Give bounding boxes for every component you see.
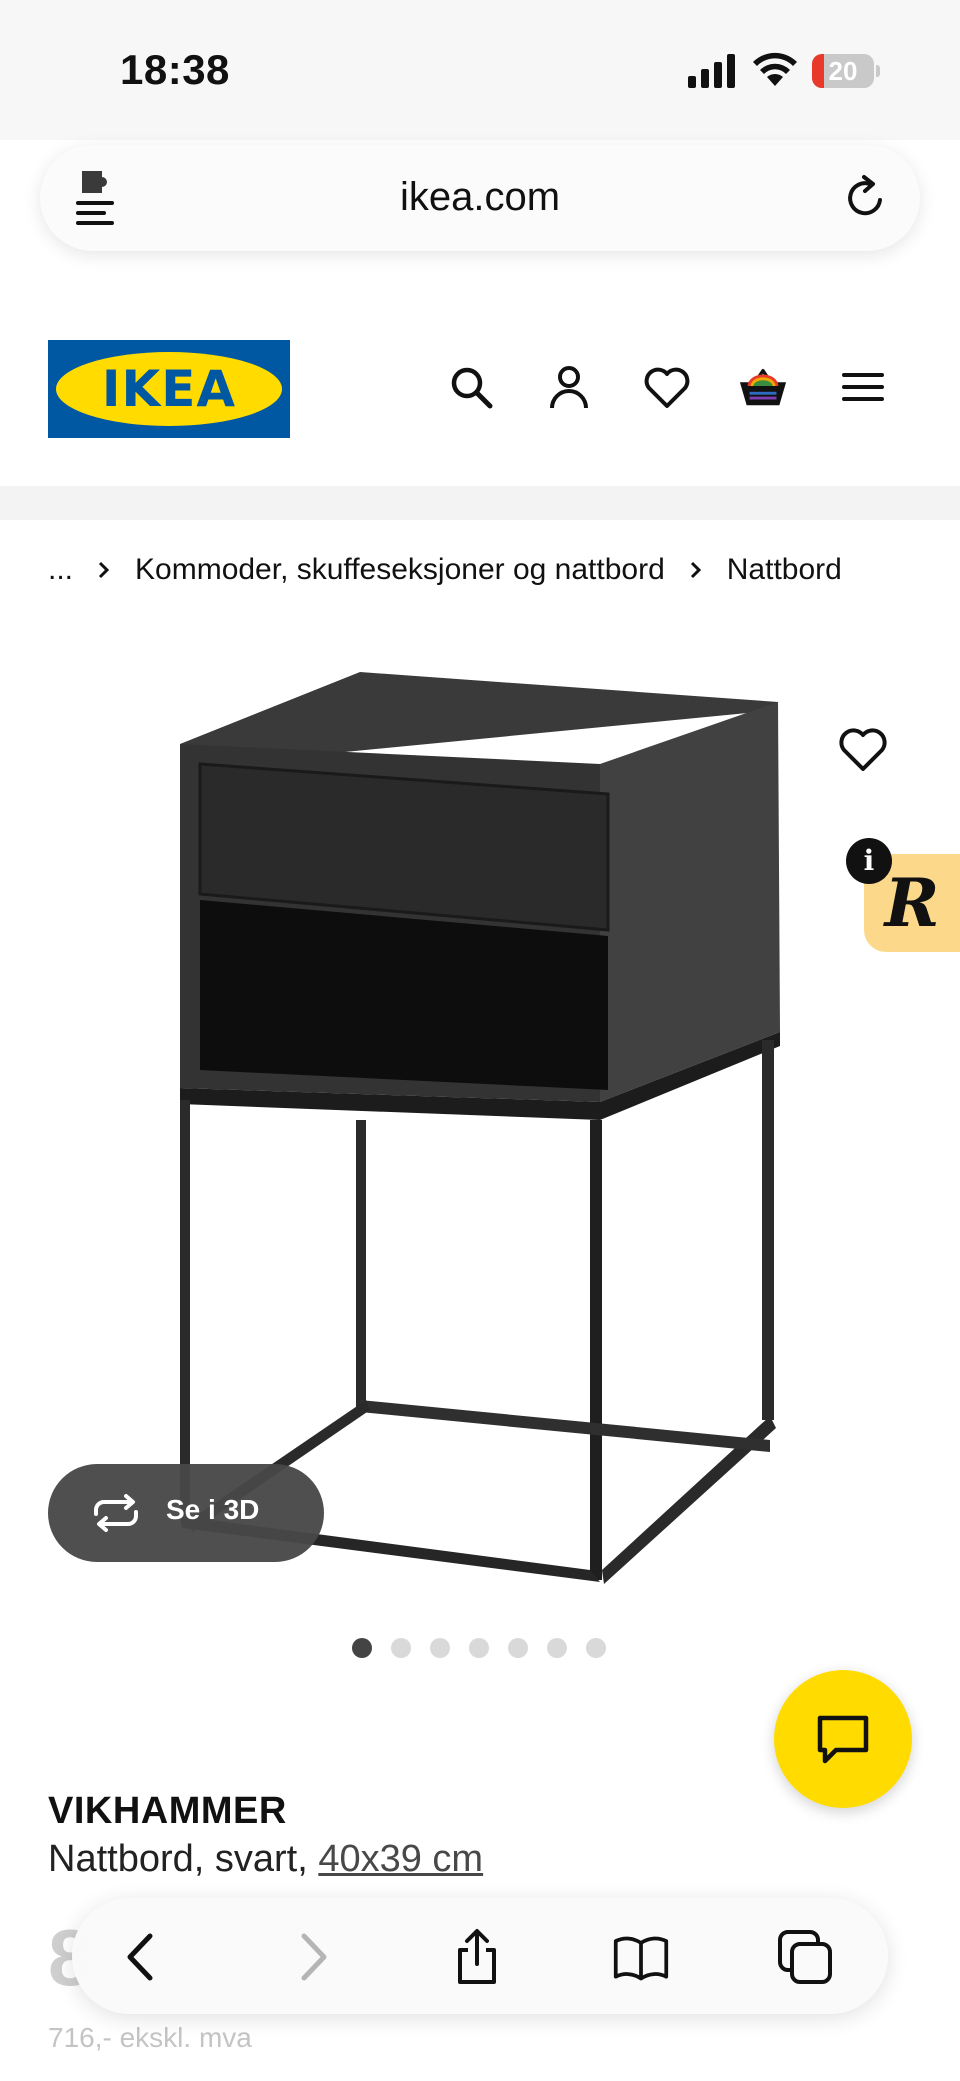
back-icon[interactable] [114, 1928, 172, 1986]
share-icon[interactable] [448, 1928, 506, 1986]
breadcrumb-ellipsis[interactable]: ... [48, 553, 73, 587]
breadcrumb-item-current[interactable]: Nattbord [727, 553, 842, 587]
image-pagination [352, 1638, 606, 1662]
pagination-dot[interactable] [430, 1638, 450, 1658]
pagination-dot[interactable] [391, 1638, 411, 1658]
pagination-dot[interactable] [352, 1638, 372, 1658]
chevron-right-icon [98, 561, 110, 579]
header-divider [0, 486, 960, 520]
view-in-3d-label: Se i 3D [166, 1494, 260, 1525]
pagination-dot[interactable] [547, 1638, 567, 1658]
rotate-3d-icon [94, 1494, 138, 1532]
user-icon[interactable] [544, 362, 594, 412]
menu-icon[interactable] [838, 362, 888, 412]
cart-icon[interactable] [738, 362, 788, 412]
pagination-dot[interactable] [586, 1638, 606, 1658]
search-icon[interactable] [446, 362, 496, 412]
product-size-link[interactable]: 40x39 cm [318, 1838, 483, 1880]
logo-text: IKEA [101, 360, 237, 418]
product-description: Nattbord, svart, 40x39 cm [48, 1838, 483, 1881]
forward-icon[interactable] [282, 1928, 340, 1986]
tabs-icon[interactable] [776, 1928, 834, 1986]
product-description-text: Nattbord, svart, [48, 1838, 319, 1880]
battery-indicator: 20 [812, 54, 880, 88]
reload-icon[interactable] [840, 173, 890, 223]
breadcrumb-item-category[interactable]: Kommoder, skuffeseksjoner og nattbord [135, 553, 665, 587]
address-bar[interactable]: ikea.com [40, 145, 920, 251]
bookmarks-icon[interactable] [612, 1928, 670, 1986]
status-bar: 18:38 20 [0, 0, 960, 140]
heart-icon[interactable] [642, 362, 692, 412]
browser-toolbar [72, 1898, 888, 2014]
battery-level: 20 [828, 56, 858, 86]
add-to-favorites-icon[interactable] [836, 722, 890, 776]
wifi-icon [753, 52, 797, 86]
chevron-right-icon [690, 561, 701, 579]
chat-icon [817, 1715, 869, 1764]
pagination-dot[interactable] [469, 1638, 489, 1658]
chat-button[interactable] [774, 1670, 912, 1808]
clock: 18:38 [120, 46, 230, 93]
price-excl-vat: 716,- ekskl. mva [48, 2022, 252, 2053]
ikea-logo[interactable]: IKEA [48, 340, 290, 438]
url-text[interactable]: ikea.com [40, 175, 920, 220]
view-in-3d-button[interactable]: Se i 3D [48, 1464, 324, 1562]
info-icon[interactable]: i [846, 838, 892, 884]
product-name: VIKHAMMER [48, 1790, 287, 1832]
signal-icon [688, 54, 735, 88]
pagination-dot[interactable] [508, 1638, 528, 1658]
breadcrumb: ... Kommoder, skuffeseksjoner og nattbor… [48, 548, 842, 592]
